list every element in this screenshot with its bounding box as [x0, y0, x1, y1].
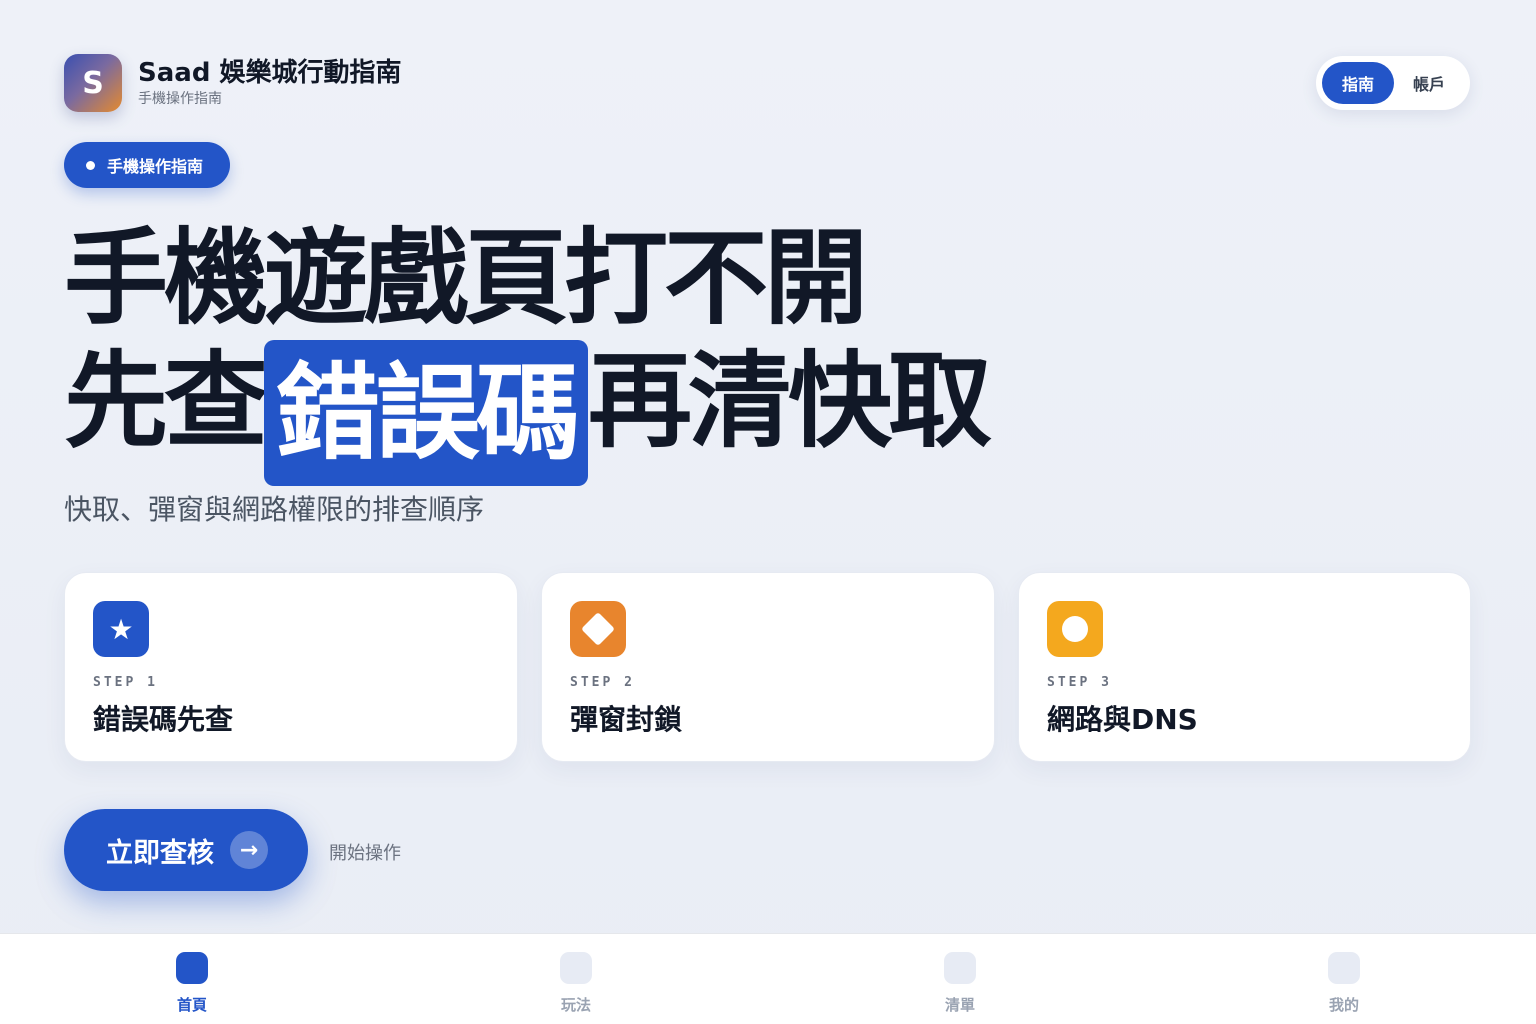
gameplay-icon — [560, 952, 592, 984]
check-now-button[interactable]: 立即查核 → — [64, 809, 308, 891]
check-now-label: 立即查核 — [106, 837, 214, 869]
step-cards: ★ STEP 1 錯誤碼先查 STEP 2 彈窗封鎖 STEP 3 網路與DNS — [64, 572, 1471, 762]
segment-account[interactable]: 帳戶 — [1394, 62, 1464, 104]
cta-hint: 開始操作 — [329, 843, 401, 864]
diamond-icon — [570, 601, 626, 657]
category-badge: 手機操作指南 — [64, 142, 230, 188]
step-number: STEP 2 — [570, 675, 635, 690]
category-badge-label: 手機操作指南 — [107, 157, 204, 176]
tab-label: 首頁 — [176, 996, 207, 1014]
step-card-2[interactable]: STEP 2 彈窗封鎖 — [541, 572, 995, 762]
tab-profile[interactable]: 我的 — [1152, 934, 1536, 1024]
page: S Saad 娛樂城行動指南 手機操作指南 指南 帳戶 手機操作指南 手機遊戲頁… — [0, 0, 1536, 1024]
hero-line-2: 先查 錯誤碼 再清快取 — [64, 340, 992, 486]
hero-heading: 手機遊戲頁打不開 先查 錯誤碼 再清快取 — [64, 217, 992, 486]
home-icon — [176, 952, 208, 984]
tab-label: 玩法 — [560, 996, 591, 1014]
step-title: 彈窗封鎖 — [570, 703, 683, 736]
segment-guide[interactable]: 指南 — [1322, 62, 1394, 104]
step-card-1[interactable]: ★ STEP 1 錯誤碼先查 — [64, 572, 518, 762]
tab-label: 我的 — [1328, 996, 1359, 1014]
dot-icon — [86, 160, 95, 170]
hero-highlight: 錯誤碼 — [264, 340, 589, 486]
brand[interactable]: S Saad 娛樂城行動指南 手機操作指南 — [64, 54, 401, 112]
hero-line-2-start: 先查 — [64, 340, 268, 462]
tab-list[interactable]: 清單 — [768, 934, 1152, 1024]
hero-subtitle: 快取、彈窗與網路權限的排查順序 — [64, 493, 485, 526]
hero-line-2-end: 再清快取 — [588, 340, 992, 462]
tab-label: 清單 — [944, 996, 975, 1014]
arrow-right-icon: → — [230, 831, 268, 869]
step-card-3[interactable]: STEP 3 網路與DNS — [1018, 572, 1471, 762]
brand-text: Saad 娛樂城行動指南 手機操作指南 — [138, 57, 401, 109]
tab-gameplay[interactable]: 玩法 — [384, 934, 768, 1024]
app-logo: S — [64, 54, 122, 112]
tab-home[interactable]: 首頁 — [0, 934, 384, 1024]
circle-icon — [1047, 601, 1103, 657]
app-title: Saad 娛樂城行動指南 — [138, 58, 402, 88]
hero-line-1: 手機遊戲頁打不開 — [64, 217, 868, 339]
app-subtitle: 手機操作指南 — [138, 91, 222, 107]
step-title: 錯誤碼先查 — [93, 703, 234, 736]
profile-icon — [1328, 952, 1360, 984]
star-icon: ★ — [93, 601, 149, 657]
step-number: STEP 1 — [93, 675, 158, 690]
segmented-control: 指南 帳戶 — [1316, 56, 1470, 110]
list-icon — [944, 952, 976, 984]
step-number: STEP 3 — [1047, 675, 1112, 690]
bottom-tab-bar: 首頁 玩法 清單 我的 — [0, 933, 1536, 1024]
step-title: 網路與DNS — [1047, 703, 1198, 736]
